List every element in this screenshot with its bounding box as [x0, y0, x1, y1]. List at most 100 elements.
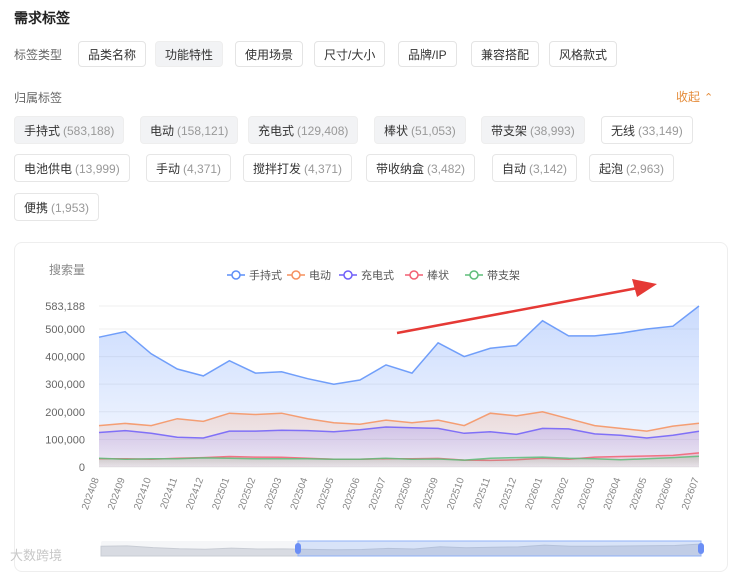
- x-tick-label: 202506: [341, 476, 363, 512]
- x-tick-label: 202503: [263, 476, 285, 512]
- belong-tag[interactable]: 电池供电 (13,999): [14, 154, 130, 182]
- x-tick-label: 202507: [367, 476, 389, 512]
- tag-type-label: 标签类型: [14, 48, 63, 62]
- legend-marker: [409, 270, 419, 280]
- trend-arrow-shaft: [396, 285, 644, 335]
- x-tick-label: 202603: [576, 476, 598, 512]
- y-axis-title: 搜索量: [49, 262, 85, 277]
- tag-count: (4,371): [304, 162, 343, 176]
- legend-label: 手持式: [249, 268, 282, 282]
- x-tick-label: 202502: [237, 476, 259, 512]
- legend-item[interactable]: 电动: [287, 269, 331, 282]
- y-tick-label: 100,000: [45, 434, 85, 446]
- tag-count: (3,142): [529, 162, 568, 176]
- legend-label: 电动: [309, 269, 331, 282]
- x-tick-label: 202409: [106, 476, 128, 512]
- section-title: 需求标签: [14, 10, 70, 26]
- belong-tag[interactable]: 电动 (158,121): [140, 116, 239, 144]
- tag-name: 手持式: [24, 124, 61, 138]
- tag-name: 带收纳盒: [376, 162, 425, 176]
- tag-name: 电池供电: [24, 162, 73, 176]
- legend-label: 充电式: [361, 268, 394, 282]
- x-tick-label: 202411: [159, 476, 181, 511]
- tag-name: 手动: [156, 162, 181, 176]
- tag-count: (3,482): [427, 162, 466, 176]
- legend-marker: [231, 270, 241, 280]
- zoom-handle[interactable]: [295, 543, 301, 554]
- tag-count: (33,149): [638, 124, 683, 138]
- legend-item[interactable]: 手持式: [227, 268, 282, 282]
- tag-count: (583,188): [63, 124, 115, 138]
- tag-name: 起泡: [599, 162, 624, 176]
- belong-tag[interactable]: 便携 (1,953): [14, 193, 100, 221]
- x-tick-label: 202408: [80, 476, 102, 512]
- x-tick-label: 202412: [184, 476, 206, 512]
- legend-item[interactable]: 充电式: [339, 268, 394, 282]
- x-tick-label: 202510: [445, 476, 467, 512]
- tag-type-option[interactable]: 品类名称: [78, 41, 147, 67]
- belong-tag[interactable]: 自动 (3,142): [492, 154, 578, 182]
- belong-tag[interactable]: 带支架 (38,993): [481, 116, 585, 144]
- belong-tag[interactable]: 棒状 (51,053): [374, 116, 466, 144]
- y-tick-label: 500,000: [45, 324, 85, 336]
- x-tick-label: 202605: [628, 476, 650, 512]
- x-tick-label: 202512: [497, 476, 519, 512]
- tag-name: 电动: [150, 124, 175, 138]
- y-tick-label: 0: [79, 462, 85, 474]
- tag-name: 充电式: [258, 124, 295, 138]
- tag-count: (129,408): [297, 124, 349, 138]
- x-tick-label: 202509: [419, 476, 441, 512]
- belong-tag[interactable]: 起泡 (2,963): [589, 154, 675, 182]
- tag-type-option[interactable]: 兼容搭配: [471, 41, 540, 67]
- legend-label: 带支架: [487, 269, 520, 282]
- x-tick-label: 202410: [132, 476, 154, 512]
- chart-card: 搜索量 0 100,000 200,000 300,000 400,000 500,000 5…: [14, 242, 728, 572]
- tag-count: (13,999): [75, 162, 120, 176]
- tag-type-option[interactable]: 使用场景: [235, 41, 304, 67]
- legend-marker: [343, 270, 353, 280]
- zoom-window[interactable]: [297, 540, 702, 557]
- belong-label: 归属标签: [14, 91, 63, 105]
- x-tick-label: 202501: [211, 476, 233, 512]
- x-tick-label: 202505: [315, 476, 337, 512]
- y-tick-label: 300,000: [45, 379, 85, 391]
- belong-tag[interactable]: 无线 (33,149): [601, 116, 693, 144]
- x-tick-label: 202508: [393, 476, 415, 512]
- tag-name: 便携: [24, 201, 49, 215]
- y-tick-label: 583,188: [45, 301, 85, 313]
- belong-tag[interactable]: 充电式 (129,408): [248, 116, 359, 144]
- watermark: 大数跨境: [10, 548, 63, 563]
- belong-tag[interactable]: 手动 (4,371): [146, 154, 232, 182]
- x-tick-label: 202602: [550, 476, 572, 512]
- legend-item[interactable]: 棒状: [405, 268, 449, 282]
- legend-label: 棒状: [427, 268, 449, 282]
- belong-tag[interactable]: 搅拌打发 (4,371): [243, 154, 353, 182]
- legend-marker: [469, 270, 479, 280]
- tag-type-option[interactable]: 尺寸/大小: [314, 41, 386, 67]
- tag-name: 自动: [502, 162, 527, 176]
- belong-tag[interactable]: 带收纳盒 (3,482): [366, 154, 476, 182]
- tag-count: (4,371): [183, 162, 222, 176]
- tag-count: (1,953): [51, 201, 90, 215]
- y-tick-label: 400,000: [45, 352, 85, 364]
- belong-tag[interactable]: 手持式 (583,188): [14, 116, 125, 144]
- collapse-button[interactable]: 收起 ⌃: [676, 88, 713, 105]
- y-tick-label: 200,000: [45, 407, 85, 419]
- tag-name: 棒状: [384, 124, 409, 138]
- tag-count: (51,053): [411, 124, 456, 138]
- tag-type-option[interactable]: 功能特性: [155, 41, 224, 67]
- x-tick-label: 202604: [602, 476, 624, 512]
- tag-count: (2,963): [626, 162, 665, 176]
- x-tick-label: 202607: [680, 476, 702, 512]
- x-tick-label: 202601: [524, 476, 546, 512]
- tag-type-option[interactable]: 风格款式: [549, 41, 618, 67]
- tag-count: (38,993): [530, 124, 575, 138]
- x-tick-label: 202606: [654, 476, 676, 512]
- trend-chart: 搜索量 0 100,000 200,000 300,000 400,000 500,000 5…: [45, 262, 704, 557]
- tag-name: 带支架: [491, 124, 528, 138]
- chevron-up-icon: ⌃: [704, 92, 714, 104]
- legend-item[interactable]: 带支架: [465, 269, 520, 282]
- trend-arrow-head: [632, 279, 657, 297]
- tag-type-option[interactable]: 品牌/IP: [398, 41, 457, 67]
- zoom-handle[interactable]: [698, 543, 704, 554]
